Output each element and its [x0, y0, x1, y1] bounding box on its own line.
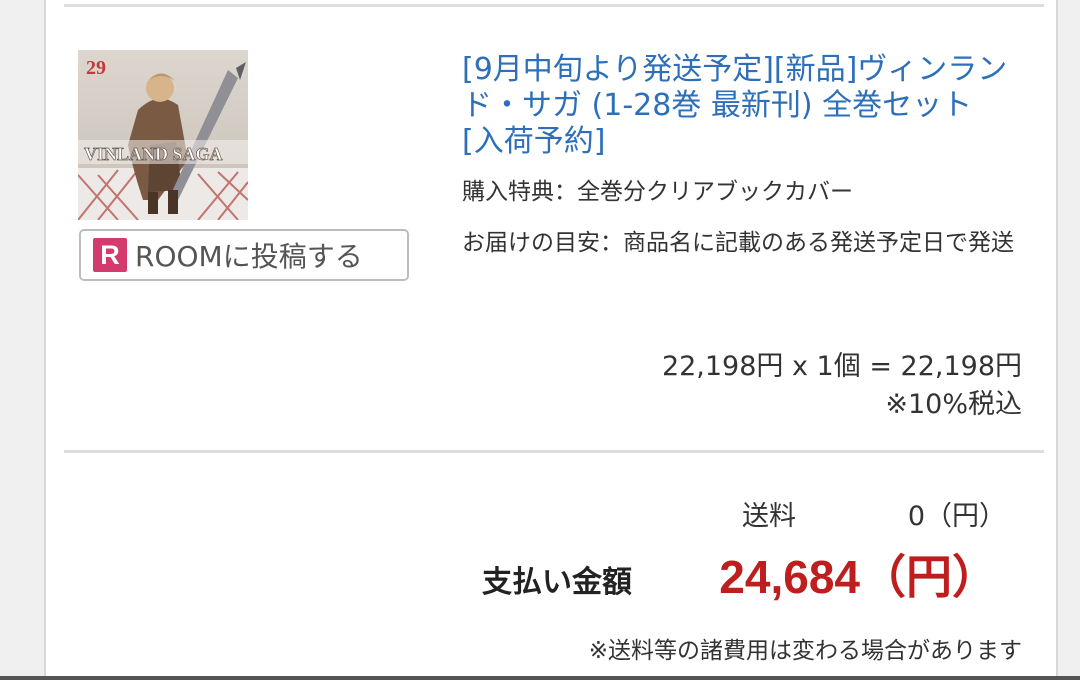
room-post-label: ROOMに投稿する	[135, 240, 363, 273]
manga-cover-image: VINLAND SAGA 29	[78, 50, 248, 220]
bottom-edge	[0, 676, 1080, 680]
top-divider	[64, 4, 1044, 7]
tax-included-note: ※10%税込	[885, 389, 1022, 420]
shipping-value: 0（円）	[907, 501, 1006, 532]
fee-change-note: ※送料等の諸費用は変わる場合があります	[588, 638, 1022, 664]
purchase-bonus: 購入特典：全巻分クリアブックカバー	[462, 179, 853, 205]
product-thumbnail[interactable]: VINLAND SAGA 29	[78, 50, 248, 220]
room-post-button[interactable]: R ROOMに投稿する	[79, 229, 409, 281]
product-title-link[interactable]: [9月中旬より発送予定][新品]ヴィンランド・サガ (1-28巻 最新刊) 全巻…	[462, 52, 1022, 160]
shipping-label: 送料	[742, 501, 796, 532]
series-logo-text: VINLAND SAGA	[84, 144, 223, 164]
price-calculation: 22,198円 x 1個 = 22,198円	[661, 351, 1022, 382]
total-amount: 24,684（円）	[719, 551, 998, 603]
cart-item-card: VINLAND SAGA 29 R ROOMに投稿する [9月中旬より発送予定]…	[44, 0, 1058, 680]
middle-divider	[64, 450, 1044, 453]
volume-number: 29	[86, 57, 106, 79]
rakuten-room-logo-icon: R	[93, 238, 127, 272]
delivery-estimate: お届けの目安：商品名に記載のある発送予定日で発送	[462, 230, 1014, 256]
total-label: 支払い金額	[482, 565, 632, 600]
